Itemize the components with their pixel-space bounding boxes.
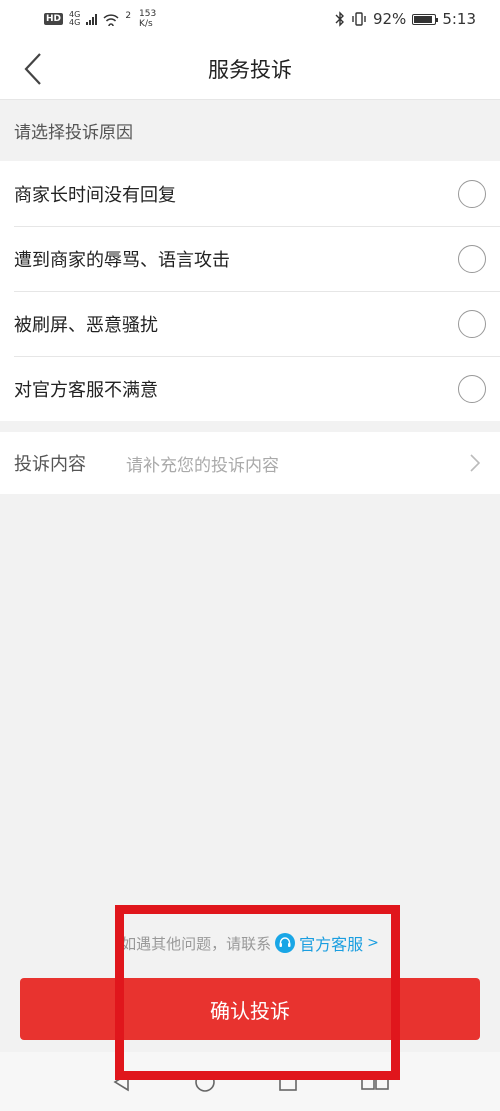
reason-option-label: 商家长时间没有回复 (14, 184, 176, 206)
status-bar: HD 4G 4G 2 153 K/s 92% 5:13 (0, 0, 500, 38)
contact-text: 如遇其他问题，请联系 (121, 934, 272, 953)
headset-icon (275, 933, 296, 953)
reason-option-label: 遭到商家的辱骂、语言攻击 (14, 249, 230, 271)
nav-multiwindow-icon[interactable] (360, 1071, 390, 1093)
reason-option[interactable]: 被刷屏、恶意骚扰 (0, 291, 500, 356)
vibrate-icon (352, 12, 366, 26)
network-type: 4G 4G (69, 11, 80, 27)
signal-icon (86, 13, 98, 25)
contact-line: 如遇其他问题，请联系 官方客服 > (0, 928, 500, 958)
reason-option-label: 被刷屏、恶意骚扰 (14, 314, 158, 336)
complaint-content-label: 投诉内容 (14, 454, 86, 475)
chevron-right-icon: > (367, 935, 379, 951)
complaint-content-input[interactable]: 请补充您的投诉内容 (126, 451, 464, 476)
reason-options: 商家长时间没有回复 遭到商家的辱骂、语言攻击 被刷屏、恶意骚扰 对官方客服不满意 (0, 161, 500, 421)
bluetooth-icon (335, 11, 344, 27)
nav-header: 服务投诉 (0, 38, 500, 100)
system-nav-bar (0, 1052, 500, 1111)
reason-option[interactable]: 商家长时间没有回复 (0, 161, 500, 226)
radio-button[interactable] (458, 309, 486, 338)
nav-back-icon[interactable] (111, 1071, 133, 1093)
page-title: 服务投诉 (208, 57, 292, 82)
status-right: 92% 5:13 (335, 10, 476, 28)
reason-option[interactable]: 遭到商家的辱骂、语言攻击 (0, 226, 500, 291)
net-speed-value: 153 (139, 9, 157, 19)
hd-badge: HD (44, 13, 64, 25)
hotspot-icon (103, 14, 119, 26)
status-left: HD 4G 4G 2 153 K/s (44, 9, 156, 29)
clock: 5:13 (442, 10, 476, 28)
network-type-sub: 4G (69, 18, 81, 27)
official-service-link[interactable]: 官方客服 (299, 931, 363, 955)
reason-option[interactable]: 对官方客服不满意 (0, 356, 500, 421)
hotspot-count: 2 (125, 11, 132, 21)
reason-section-hint: 请选择投诉原因 (14, 123, 133, 143)
chevron-left-icon (24, 53, 41, 85)
back-button[interactable] (10, 46, 56, 92)
chevron-right-icon (464, 452, 486, 474)
radio-button[interactable] (458, 179, 486, 208)
reason-option-label: 对官方客服不满意 (14, 379, 158, 401)
radio-button[interactable] (458, 374, 486, 403)
battery-percent: 92% (372, 10, 407, 28)
radio-button[interactable] (458, 244, 486, 273)
battery-icon (412, 13, 439, 25)
net-speed: 153 K/s (139, 9, 156, 29)
complaint-content-row[interactable]: 投诉内容 请补充您的投诉内容 (0, 432, 500, 494)
net-speed-unit: K/s (139, 19, 153, 29)
confirm-complaint-button[interactable]: 确认投诉 (20, 978, 480, 1040)
nav-recents-icon[interactable] (277, 1071, 299, 1093)
nav-home-icon[interactable] (194, 1071, 216, 1093)
